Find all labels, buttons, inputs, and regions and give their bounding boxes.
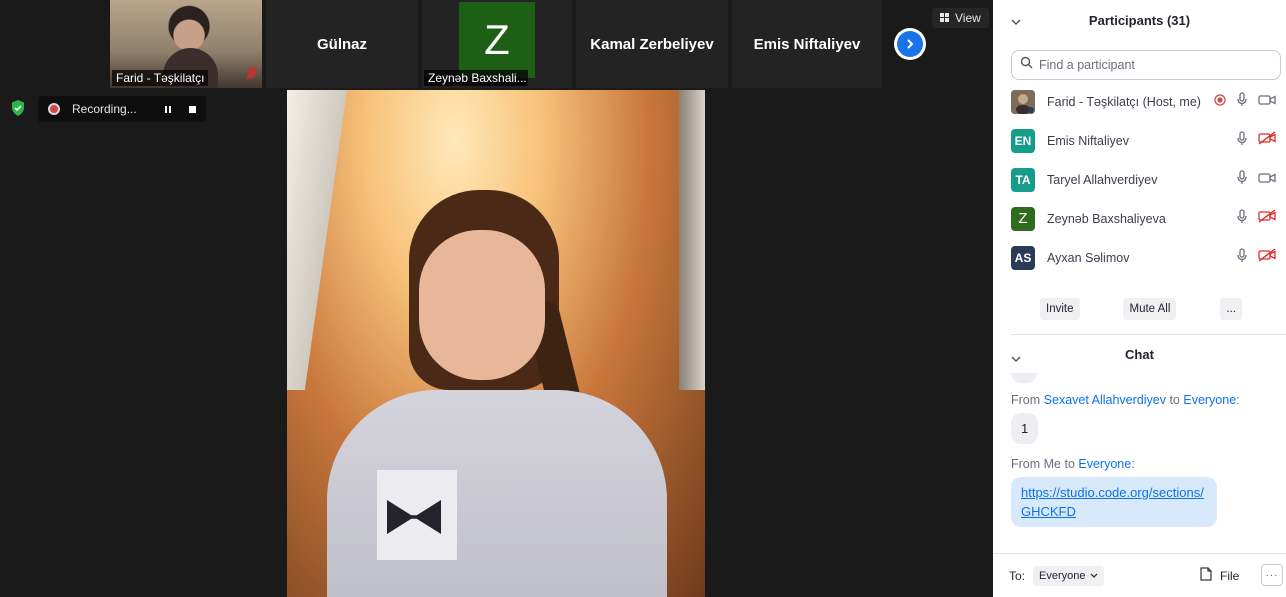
chat-header: Chat	[993, 335, 1286, 373]
recipient-select[interactable]: Everyone	[1033, 565, 1104, 586]
speaker-figure	[419, 230, 545, 380]
mute-all-button[interactable]: Mute All	[1123, 298, 1177, 320]
message-recipient[interactable]: Everyone	[1183, 393, 1236, 407]
chat-messages: From Sexavet Allahverdiyev to Everyone: …	[993, 373, 1286, 545]
video-off-icon[interactable]	[1258, 248, 1276, 267]
thumbnail-emis[interactable]: Emis Niftaliyev	[732, 0, 882, 88]
thumbnail-name: Emis Niftaliyev	[753, 35, 861, 53]
mic-icon[interactable]	[1236, 247, 1248, 268]
thumbnail-gulnaz[interactable]: Gülnaz	[266, 0, 418, 88]
chat-footer: To: Everyone File ···	[993, 553, 1286, 597]
video-camera-icon[interactable]	[1258, 171, 1276, 189]
thumbnail-strip: Farid - Təşkilatçı Gülnaz Z Zeynəb Baxsh…	[110, 0, 882, 88]
video-area: Farid - Təşkilatçı Gülnaz Z Zeynəb Baxsh…	[0, 0, 993, 597]
search-input[interactable]	[1039, 58, 1259, 72]
to-label: To:	[1009, 568, 1026, 583]
video-off-icon[interactable]	[1258, 131, 1276, 150]
message-header: From Sexavet Allahverdiyev to Everyone:	[1011, 393, 1278, 407]
mic-icon[interactable]	[1236, 208, 1248, 229]
chat-more-button[interactable]: ···	[1261, 564, 1283, 586]
participant-row[interactable]: EN Emis Niftaliyev	[993, 121, 1286, 160]
avatar	[1011, 89, 1035, 114]
participant-row[interactable]: Z Zeynəb Baxshaliyeva	[993, 199, 1286, 238]
next-page-button[interactable]	[894, 28, 926, 60]
thumbnail-name: Kamal Zerbeliyev	[590, 35, 714, 53]
avatar: EN	[1011, 128, 1035, 153]
message-colon: :	[1236, 393, 1240, 407]
file-label: File	[1220, 568, 1240, 583]
recording-dot-icon	[48, 103, 60, 115]
thumbnail-caption: Zeynəb Baxshali...	[424, 70, 528, 86]
stop-recording-button[interactable]	[189, 105, 196, 113]
participant-avatar: Z	[459, 2, 535, 78]
participant-name: Taryel Allahverdiyev	[1047, 172, 1158, 187]
message-from-label: From	[1011, 393, 1041, 407]
file-button[interactable]: File	[1200, 567, 1239, 584]
participant-name: Zeynəb Baxshaliyeva	[1047, 211, 1166, 226]
participants-list: Farid - Təşkilatçı (Host, me) EN Emis Ni…	[993, 82, 1286, 277]
file-icon	[1200, 567, 1212, 584]
pause-recording-button[interactable]	[165, 105, 171, 113]
participant-name: Ayxan Səlimov	[1047, 250, 1130, 265]
avatar: Z	[1011, 206, 1035, 231]
message-from-label: From Me to	[1011, 457, 1075, 471]
invite-button[interactable]: Invite	[1040, 298, 1080, 320]
video-off-icon[interactable]	[1258, 209, 1276, 228]
thumbnail-zeyneb[interactable]: Z Zeynəb Baxshali...	[422, 0, 572, 88]
participant-search[interactable]	[1011, 50, 1281, 80]
chevron-down-icon[interactable]	[1011, 351, 1021, 366]
view-label: View	[955, 11, 981, 25]
view-button[interactable]: View	[932, 8, 989, 28]
thumbnail-caption: Farid - Təşkilatçı	[112, 70, 209, 86]
message-colon: :	[1131, 457, 1135, 471]
recording-icon	[1214, 93, 1226, 111]
more-options-button[interactable]: ...	[1220, 298, 1242, 320]
grid-icon	[940, 11, 950, 25]
message-sender[interactable]: Sexavet Allahverdiyev	[1044, 393, 1166, 407]
participants-title: Participants (31)	[1088, 12, 1191, 28]
message-link[interactable]: https://studio.code.org/sections/GHCKFD	[1021, 485, 1204, 519]
participant-name: Emis Niftaliyev	[1047, 133, 1129, 148]
recording-indicator: Recording...	[38, 96, 206, 122]
recording-label: Recording...	[72, 102, 137, 116]
participant-row[interactable]: Farid - Təşkilatçı (Host, me)	[993, 82, 1286, 121]
chevron-down-icon[interactable]	[1011, 14, 1021, 29]
participant-actions: Invite Mute All ...	[993, 298, 1286, 320]
avatar: AS	[1011, 245, 1035, 270]
participant-row[interactable]: TA Taryel Allahverdiyev	[993, 160, 1286, 199]
chevron-down-icon	[1090, 570, 1098, 582]
mic-icon[interactable]	[1236, 91, 1248, 112]
mic-icon[interactable]	[1236, 130, 1248, 151]
shield-icon[interactable]	[10, 99, 26, 122]
participants-header: Participants (31)	[993, 0, 1286, 40]
chevron-right-icon	[897, 31, 923, 57]
thumbnail-farid[interactable]: Farid - Təşkilatçı	[110, 0, 262, 88]
message-bubble: https://studio.code.org/sections/GHCKFD	[1011, 477, 1217, 527]
thumbnail-name: Gülnaz	[316, 35, 367, 53]
participant-name: Farid - Təşkilatçı (Host, me)	[1047, 94, 1201, 109]
video-background	[287, 90, 347, 390]
message-header: From Me to Everyone:	[1011, 457, 1278, 471]
chat-title: Chat	[1125, 346, 1154, 362]
video-camera-icon[interactable]	[1258, 93, 1276, 111]
participant-row[interactable]: AS Ayxan Səlimov	[993, 238, 1286, 277]
recipient-value: Everyone	[1039, 569, 1086, 582]
side-panel: Participants (31) Farid - Təşkilatçı (Ho…	[993, 0, 1286, 597]
message-to-label: to	[1169, 393, 1180, 407]
active-speaker-video	[287, 90, 705, 597]
mic-icon[interactable]	[1236, 169, 1248, 190]
message-bubble: 1	[1011, 413, 1039, 444]
message-recipient[interactable]: Everyone	[1078, 457, 1131, 471]
thumbnail-kamal[interactable]: Kamal Zerbeliyev	[576, 0, 728, 88]
video-background	[679, 90, 705, 390]
avatar: TA	[1011, 167, 1035, 192]
mic-muted-icon	[246, 66, 258, 85]
search-icon	[1020, 56, 1033, 74]
